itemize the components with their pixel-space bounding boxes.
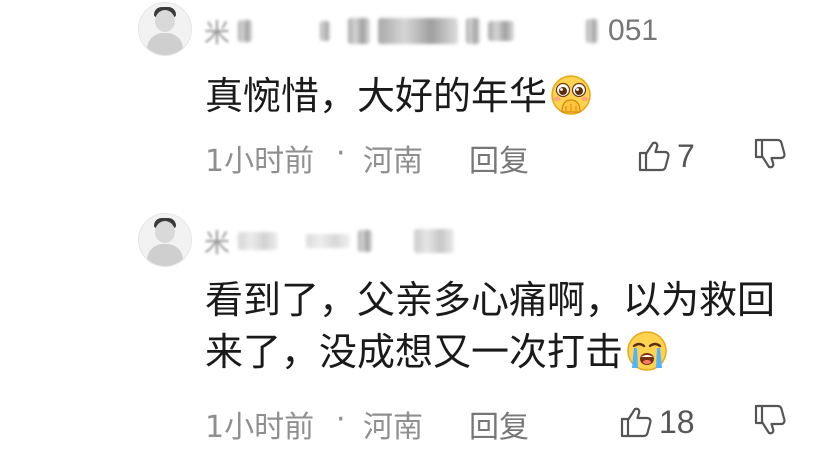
comment-text: 真惋惜，大好的年华 [205, 70, 805, 122]
reply-button[interactable]: 回复 [469, 136, 529, 180]
username-suffix: 051 [608, 14, 659, 47]
username-blur [378, 18, 459, 44]
comment-meta: 1小时前 · 河南 回复 7 [205, 136, 805, 179]
comment-text-line: 看到了，父亲多心痛啊，以为救回 [205, 278, 776, 322]
comment-location: 河南 [363, 410, 423, 445]
thumbs-down-icon [754, 404, 786, 435]
username-blur [320, 21, 331, 41]
username-blurred-char: 米 [204, 228, 231, 259]
username-blur [466, 18, 481, 44]
like-count: 18 [659, 403, 695, 440]
comment-meta: 1小时前 · 河南 回复 18 [205, 402, 805, 445]
avatar-head [155, 10, 175, 32]
avatar-body [147, 244, 183, 266]
comment-text: 看到了，父亲多心痛啊，以为救回 来了，没成想又一次打击 [205, 274, 805, 378]
thumbs-up-icon [620, 407, 652, 438]
like-button[interactable]: 7 [637, 136, 695, 176]
username[interactable]: 米 [204, 224, 455, 259]
comment-time: 1小时前 [205, 410, 315, 445]
comment-text-content: 来了，没成想又一次打击 [205, 330, 624, 374]
thumbs-up-icon [638, 141, 670, 172]
comment-text-content: 真惋惜，大好的年华 [205, 74, 548, 118]
username-blurred-char: 米 [204, 18, 231, 49]
comment-item: 米 051 真惋惜，大好的年华 1小时前 · 河南 回复 7 [0, 0, 831, 200]
thumbs-down-icon [754, 138, 786, 169]
comment-location: 河南 [363, 144, 423, 179]
username-blur [348, 18, 371, 44]
avatar-body [147, 33, 183, 55]
avatar-head [155, 221, 175, 243]
avatar[interactable] [138, 2, 192, 56]
like-count: 7 [677, 137, 695, 174]
dislike-button[interactable] [753, 138, 787, 178]
hand-over-mouth-face-icon [551, 75, 591, 115]
username-blur [306, 234, 351, 248]
username-blur [238, 232, 279, 250]
comment-item: 米 看到了，父亲多心痛啊，以为救回 来了，没成想又一次打击 1小时前 · 河南 … [0, 200, 831, 470]
username-blur [238, 20, 253, 42]
reply-button[interactable]: 回复 [469, 402, 529, 446]
username-blur [414, 229, 455, 253]
meta-separator: · [336, 402, 346, 437]
comment-time: 1小时前 [205, 144, 315, 179]
avatar[interactable] [138, 213, 192, 267]
username-blur [488, 21, 515, 41]
username-blur [586, 19, 599, 43]
meta-separator: · [336, 136, 346, 171]
username-blur [358, 230, 373, 252]
username[interactable]: 米 051 [204, 14, 659, 49]
like-button[interactable]: 18 [619, 402, 695, 442]
comment-text-line-2: 来了，没成想又一次打击 [205, 326, 805, 378]
crying-face-icon [627, 331, 667, 371]
dislike-button[interactable] [753, 404, 787, 444]
